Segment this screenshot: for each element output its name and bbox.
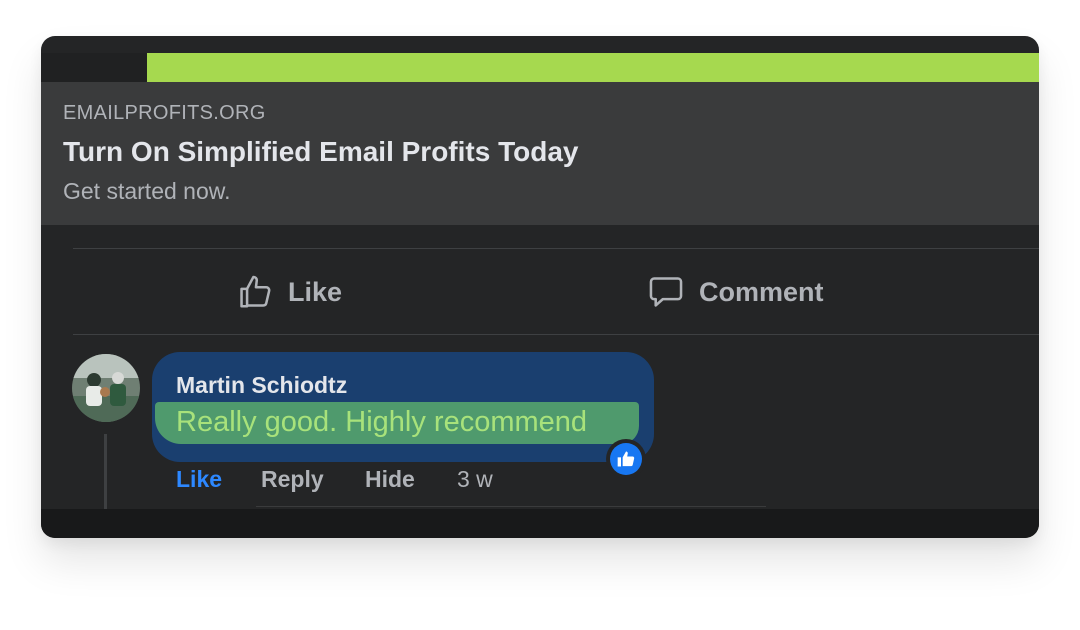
comment-reply-link[interactable]: Reply (261, 466, 324, 493)
like-reaction-icon (617, 451, 635, 467)
link-preview[interactable]: EMAILPROFITS.ORG Turn On Simplified Emai… (41, 82, 1039, 225)
like-button[interactable]: Like (236, 270, 342, 314)
comment-text: Really good. Highly recommend (176, 406, 588, 438)
comment-timestamp: 3 w (457, 466, 493, 492)
divider (73, 334, 1039, 335)
link-title: Turn On Simplified Email Profits Today (63, 136, 579, 167)
divider (73, 248, 1039, 249)
facebook-post-card: EMAILPROFITS.ORG Turn On Simplified Emai… (41, 36, 1039, 538)
like-reaction-badge[interactable] (606, 439, 646, 479)
comment-bubble: Martin Schiodtz Really good. Highly reco… (152, 352, 654, 462)
speech-bubble-icon (649, 277, 683, 307)
comment-hide-link[interactable]: Hide (365, 466, 415, 493)
link-domain: EMAILPROFITS.ORG (63, 102, 266, 124)
comment-label: Comment (699, 276, 824, 307)
comment-button[interactable]: Comment (647, 270, 824, 314)
progress-bar (41, 53, 1039, 82)
thumbs-up-outline-icon (240, 275, 271, 308)
comment-like-link[interactable]: Like (176, 466, 222, 493)
footer-bar (41, 509, 1039, 538)
divider (256, 506, 766, 507)
like-label: Like (288, 276, 343, 307)
avatar[interactable] (72, 354, 140, 422)
comment-author[interactable]: Martin Schiodtz (176, 372, 347, 399)
progress-fill (147, 53, 1039, 82)
link-subtitle: Get started now. (63, 178, 231, 204)
